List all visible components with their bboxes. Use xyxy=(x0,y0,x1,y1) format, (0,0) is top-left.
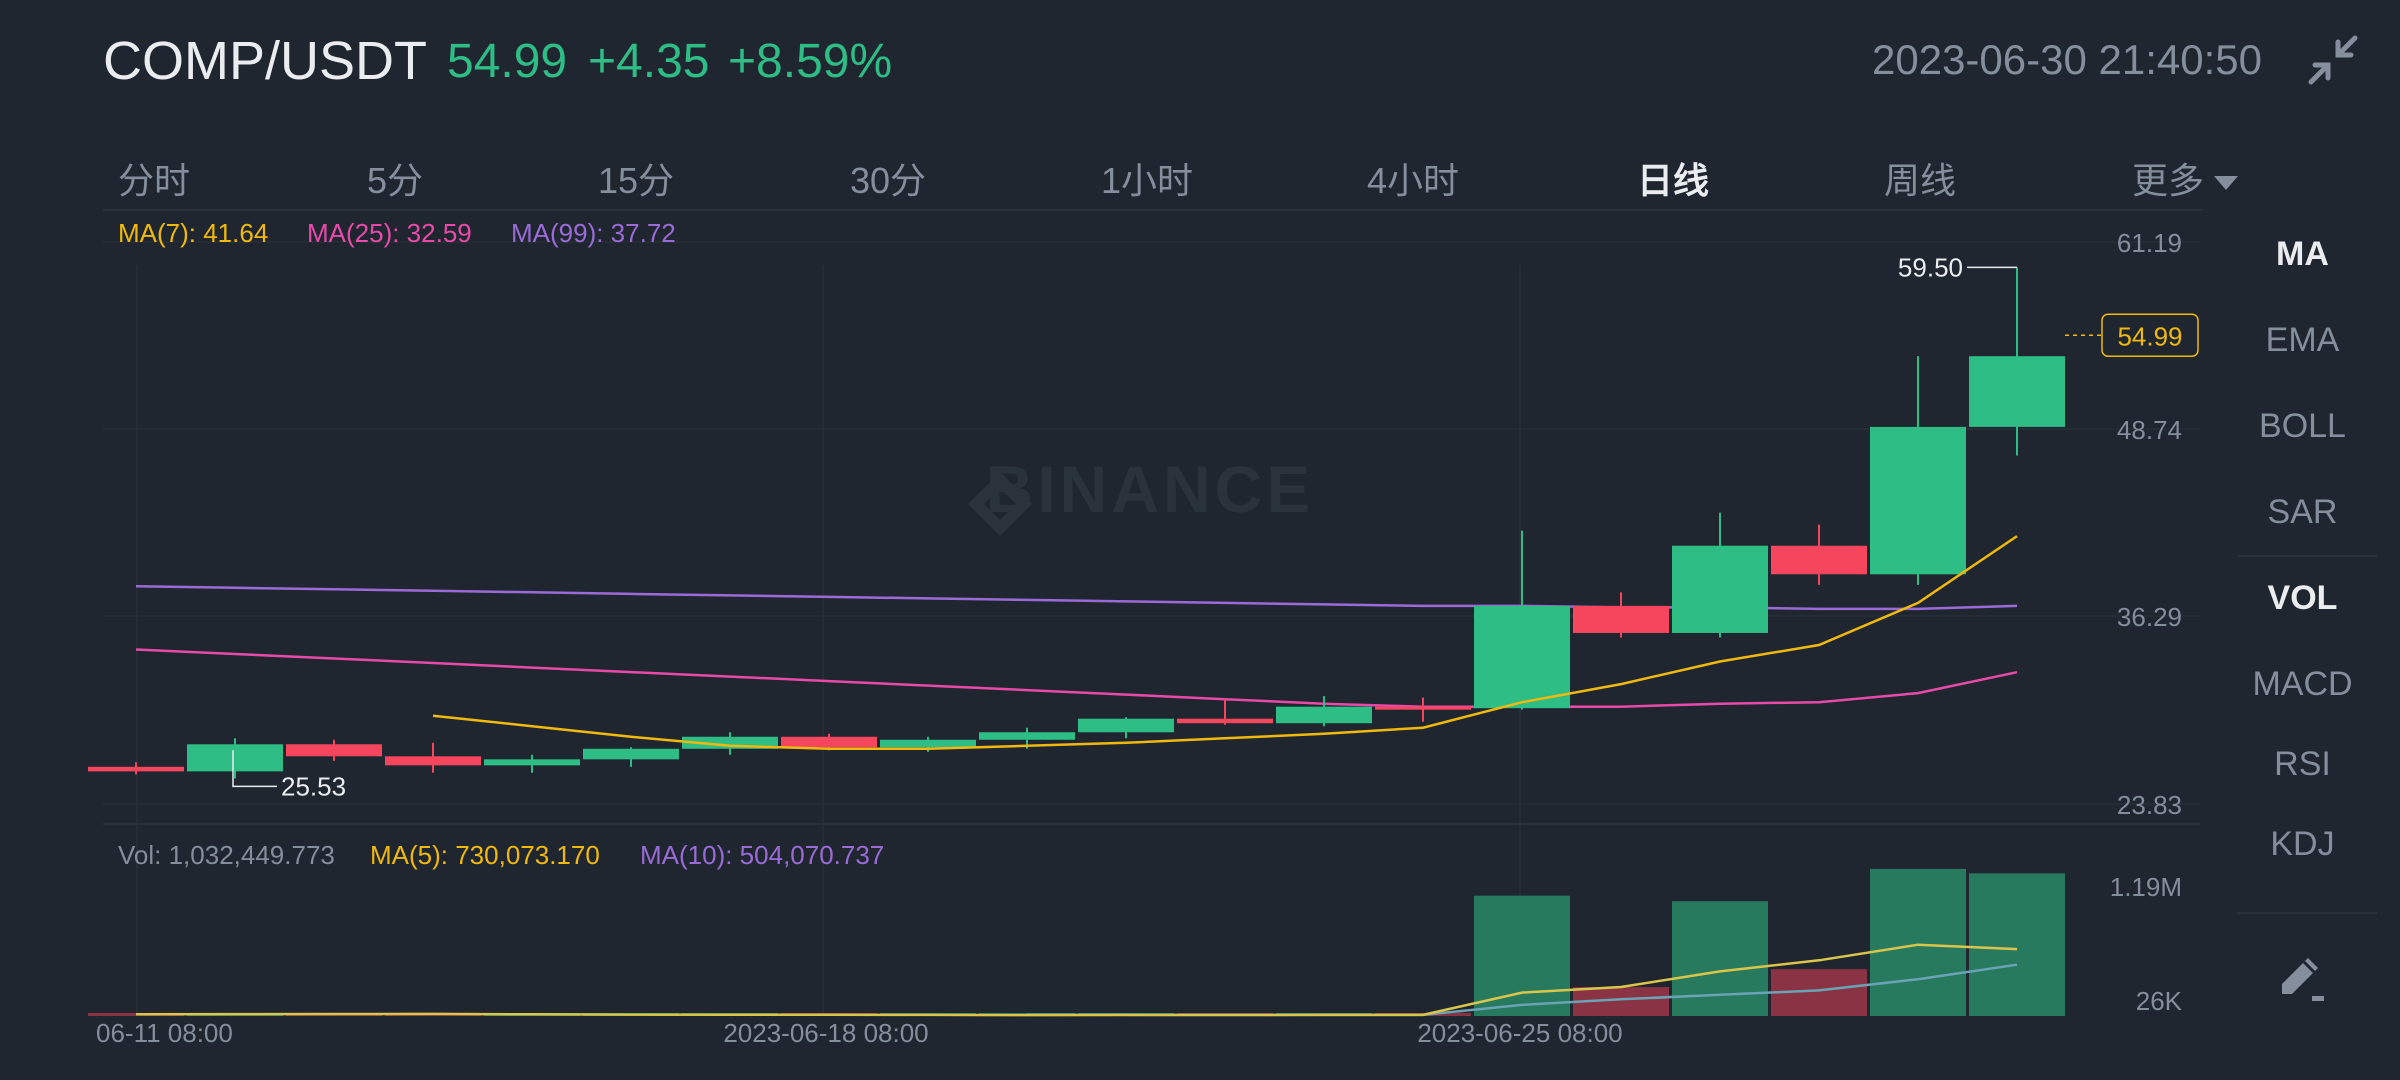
y-axis-label: 61.19 xyxy=(2117,228,2182,258)
candle-up xyxy=(1276,706,1372,724)
high-price-label: 59.50 xyxy=(1898,252,1963,282)
tab-label: 15分 xyxy=(598,160,675,201)
collapse-arrows-icon[interactable] xyxy=(2305,32,2361,88)
candle-up xyxy=(583,748,679,760)
candle-down xyxy=(88,766,184,772)
header: COMP/USDT 54.99 +4.35 +8.59% 2023-06-30 … xyxy=(0,0,2400,130)
candle-up xyxy=(1078,718,1174,733)
tab-1h[interactable]: 1小时 xyxy=(1101,152,1193,204)
current-price-label: 54.99 xyxy=(2117,321,2182,351)
candle-down xyxy=(781,736,877,748)
candle-down xyxy=(1573,605,1669,633)
candle-up xyxy=(187,744,283,772)
candle-up xyxy=(1870,426,1966,575)
tab-daily[interactable]: 日线 xyxy=(1637,152,1709,204)
candle-up xyxy=(1969,356,2065,427)
indicator-kdj[interactable]: KDJ xyxy=(2215,825,2390,864)
tab-weekly[interactable]: 周线 xyxy=(1884,152,1956,204)
x-axis-label: 2023-06-18 08:00 xyxy=(723,1018,928,1048)
tab-label: 4小时 xyxy=(1367,160,1460,201)
legend-ma99: MA(99): 37.72 xyxy=(511,218,676,248)
datetime: 2023-06-30 21:40:50 xyxy=(1872,36,2262,83)
pencil-icon[interactable] xyxy=(2272,948,2332,1008)
candle-up xyxy=(979,732,1075,740)
tab-label: 1小时 xyxy=(1101,160,1194,201)
vol-axis-label: 1.19M xyxy=(2110,872,2182,902)
candle-down xyxy=(1375,706,1471,710)
y-axis-label: 23.83 xyxy=(2117,790,2182,820)
tab-5m[interactable]: 5分 xyxy=(367,152,423,204)
x-axis-label: 06-11 08:00 xyxy=(96,1018,233,1048)
candle-down xyxy=(286,744,382,757)
trading-pair[interactable]: COMP/USDT xyxy=(103,30,427,92)
tab-label: 日线 xyxy=(1637,160,1710,201)
volume-bar xyxy=(1870,868,1966,1016)
timeframe-tabs: 分时 5分 15分 30分 1小时 4小时 日线 周线 更多 xyxy=(0,140,2239,210)
binance-watermark: BINANCE xyxy=(986,452,1315,526)
indicator-sar[interactable]: SAR xyxy=(2215,493,2390,532)
candle-up xyxy=(1474,605,1570,709)
tab-label: 更多 xyxy=(2132,160,2205,201)
volume-bar xyxy=(1672,901,1768,1016)
tab-label: 30分 xyxy=(850,160,927,201)
indicator-rsi[interactable]: RSI xyxy=(2215,745,2390,784)
candle-down xyxy=(385,756,481,766)
y-axis-label: 48.74 xyxy=(2117,415,2182,445)
indicator-boll[interactable]: BOLL xyxy=(2215,407,2390,446)
caret-down-icon xyxy=(2214,176,2239,191)
tab-label: 周线 xyxy=(1884,160,1957,201)
tab-more[interactable]: 更多 xyxy=(2132,152,2239,204)
legend-volume: Vol: 1,032,449.773 xyxy=(118,840,335,870)
sidebar-divider xyxy=(2237,912,2377,914)
candle-up xyxy=(1672,545,1768,633)
legend-vol-ma5: MA(5): 730,073.170 xyxy=(370,840,600,870)
legend-vol-ma10: MA(10): 504,070.737 xyxy=(640,840,885,870)
tab-15m[interactable]: 15分 xyxy=(598,152,674,204)
last-price: 54.99 xyxy=(447,35,568,88)
indicator-ma[interactable]: MA xyxy=(2215,235,2390,274)
tab-4h[interactable]: 4小时 xyxy=(1367,152,1459,204)
candle-up xyxy=(880,739,976,748)
indicator-macd[interactable]: MACD xyxy=(2215,665,2390,704)
price-chart[interactable]: BINANCE 61.19 48.74 36.29 23.83 1.19M 26K 06-11… xyxy=(0,210,2200,1080)
tab-30m[interactable]: 30分 xyxy=(850,152,926,204)
legend-ma7: MA(7): 41.64 xyxy=(118,218,269,248)
vol-axis-label: 26K xyxy=(2136,986,2183,1016)
price-change-percent: +8.59% xyxy=(728,35,893,88)
indicator-sidebar: MA EMA BOLL SAR VOL MACD RSI KDJ xyxy=(2215,215,2400,935)
price-change: +4.35 xyxy=(588,35,710,88)
candle-down xyxy=(1177,718,1273,724)
candle-down xyxy=(1771,545,1867,575)
tab-timeline[interactable]: 分时 xyxy=(118,152,190,204)
legend-ma25: MA(25): 32.59 xyxy=(307,218,472,248)
volume-bar xyxy=(1969,873,2065,1016)
low-price-label: 25.53 xyxy=(281,771,346,801)
y-axis-label: 36.29 xyxy=(2117,602,2182,632)
candle-up xyxy=(484,759,580,766)
x-axis-label: 2023-06-25 08:00 xyxy=(1417,1018,1622,1048)
indicator-ema[interactable]: EMA xyxy=(2215,321,2390,360)
indicator-vol[interactable]: VOL xyxy=(2215,579,2390,618)
sidebar-divider xyxy=(2237,555,2377,557)
volume-bar xyxy=(1474,895,1570,1016)
tab-label: 5分 xyxy=(367,160,424,201)
tab-label: 分时 xyxy=(118,160,191,201)
